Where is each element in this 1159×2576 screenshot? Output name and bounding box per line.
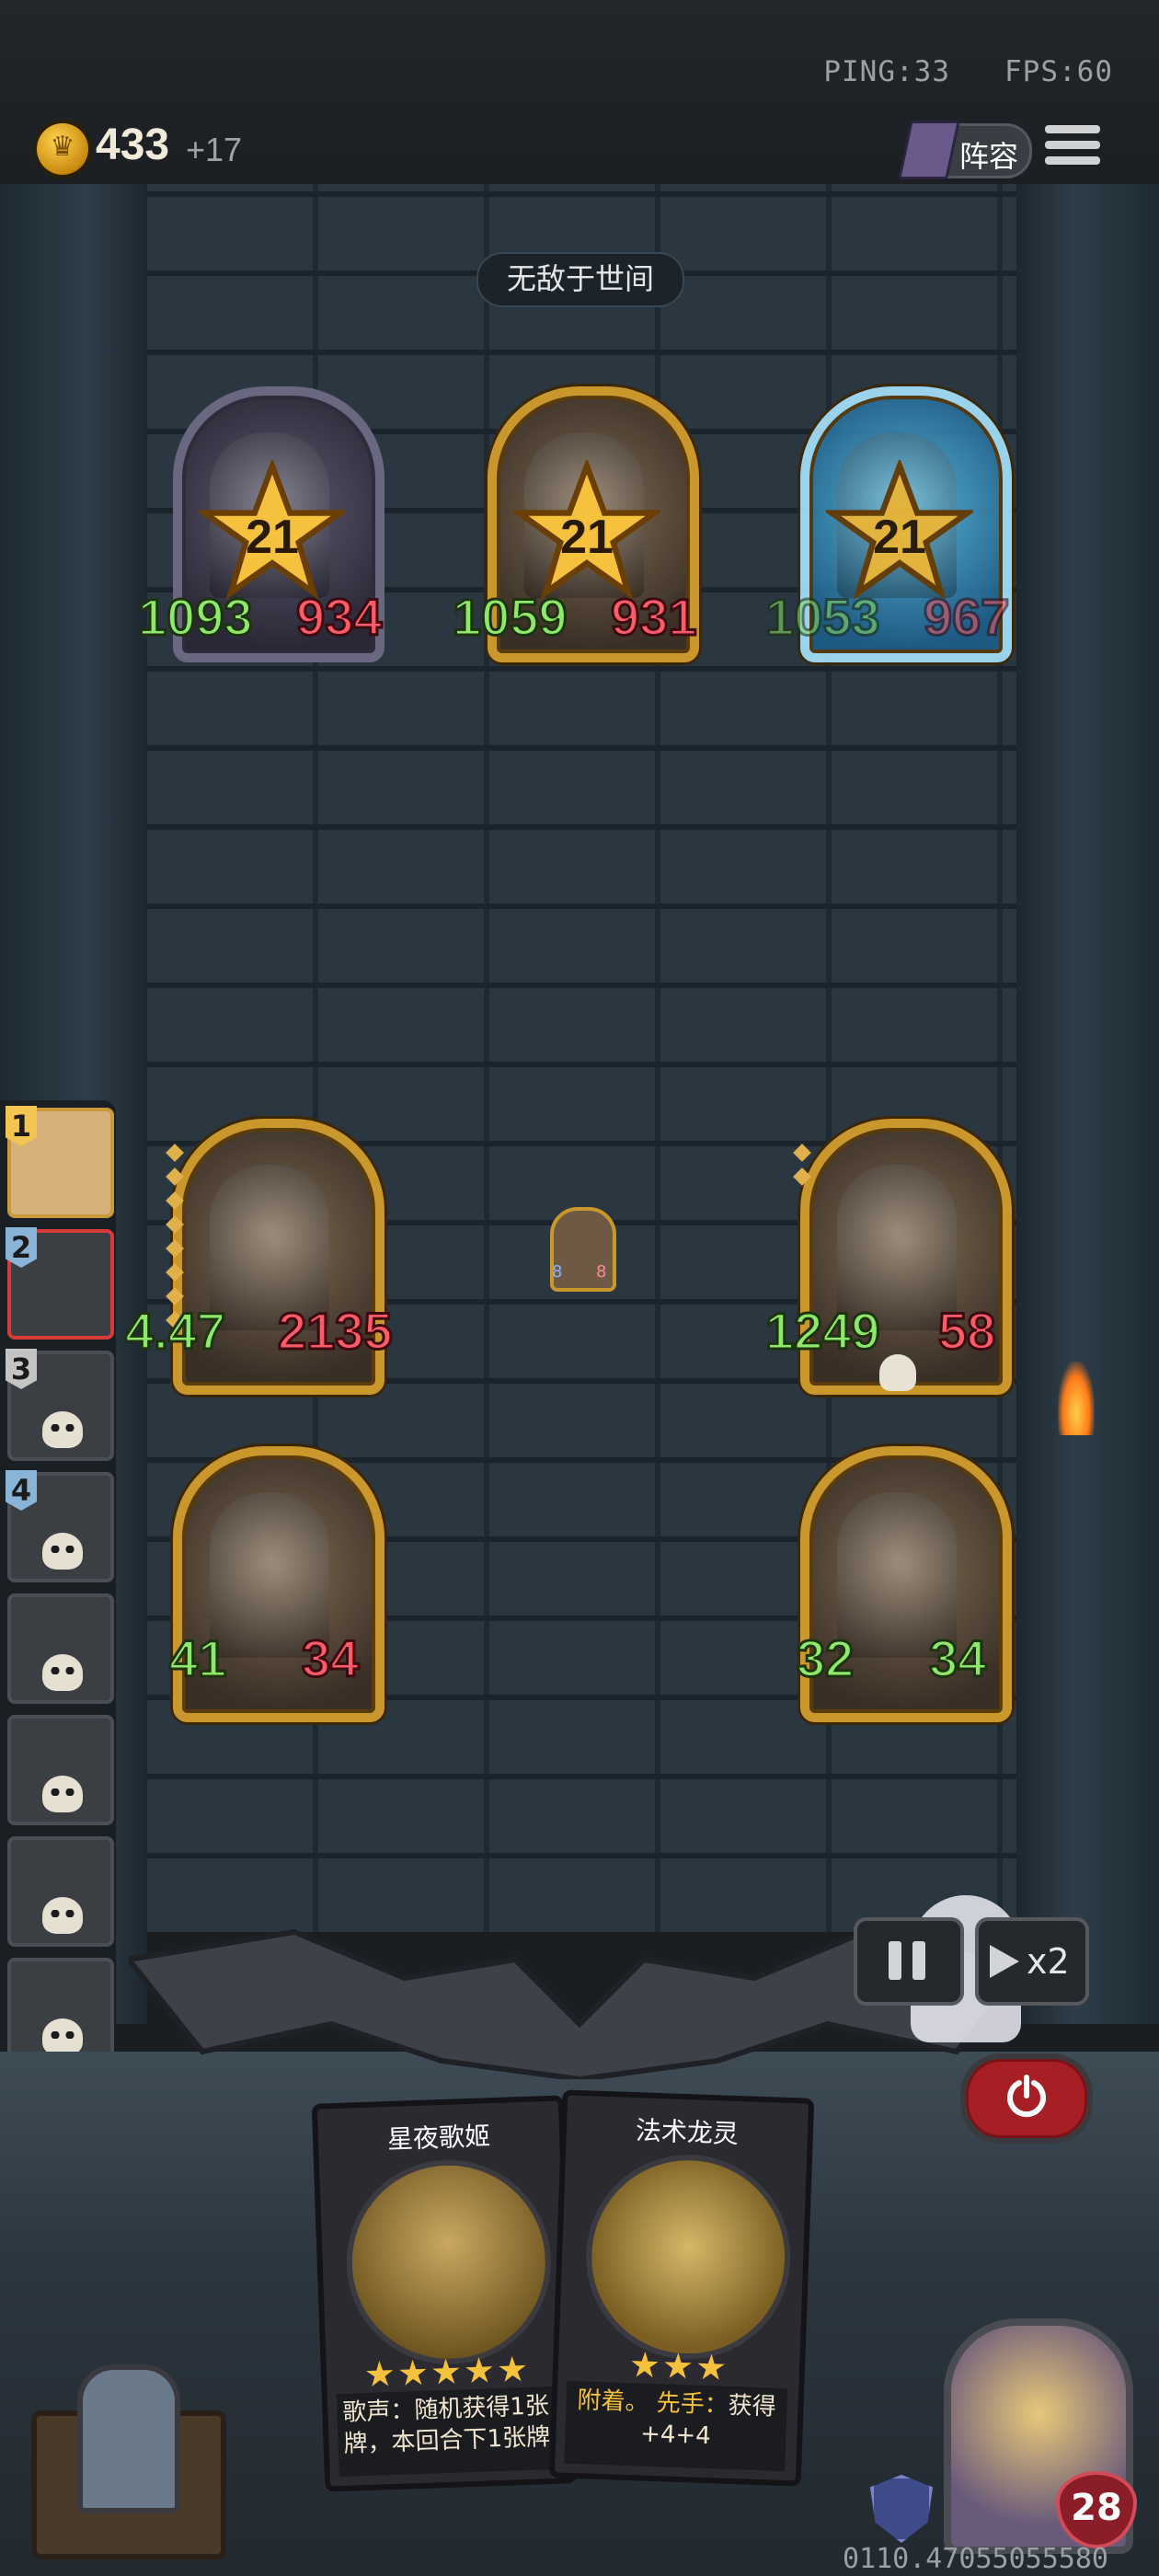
opponent-hero-portrait[interactable] <box>13 2355 234 2567</box>
unit-health: 34 <box>300 1628 360 1689</box>
unit-attack: 41 <box>167 1628 227 1689</box>
board-title: 无敌于世间 <box>476 252 684 307</box>
unit-health: 2135 <box>277 1301 395 1362</box>
skull-icon <box>879 1354 916 1391</box>
roster-slot[interactable]: 4 <box>6 1470 114 1582</box>
roster-slot[interactable]: 1 <box>6 1106 114 1218</box>
skull-icon <box>42 1654 83 1691</box>
fast-forward-icon <box>990 1945 1019 1978</box>
right-wall <box>1016 184 1159 2024</box>
player-unit-2[interactable]: 1249 58 <box>764 1119 1012 1395</box>
card-name: 星夜歌姬 <box>386 2121 491 2156</box>
ping-readout: PING:33 <box>823 55 951 88</box>
roster-slot[interactable] <box>7 1715 114 1825</box>
unit-attack: 4.47 <box>124 1301 227 1362</box>
fps-readout: FPS:60 <box>1004 55 1113 88</box>
pause-button[interactable] <box>854 1917 964 2006</box>
mini-unit[interactable]: 8 8 <box>550 1207 616 1292</box>
network-status: PING:33 FPS:60 <box>823 55 1113 88</box>
unit-health: 931 <box>609 587 697 648</box>
card-name: 法术龙灵 <box>635 2115 740 2150</box>
skull-icon <box>42 2018 83 2055</box>
card-keyword: 先手： <box>656 2389 729 2420</box>
roster-slot[interactable] <box>7 1593 114 1704</box>
roster-slot[interactable]: 2 <box>6 1227 114 1340</box>
unit-attack: 32 <box>795 1628 855 1689</box>
player-unit-1[interactable]: 4.47 2135 <box>124 1119 394 1395</box>
skull-icon <box>42 1897 83 1934</box>
power-button[interactable] <box>960 2053 1093 2144</box>
session-seed: 0110.47055055580 <box>843 2543 1108 2575</box>
unit-level: 21 <box>246 511 299 564</box>
mini-unit-health: 8 <box>596 1262 607 1282</box>
player-unit-4[interactable]: 32 34 <box>795 1446 1012 1722</box>
gold-income: +17 <box>186 131 243 168</box>
unit-level: 21 <box>560 511 614 564</box>
mini-unit-attack: 8 <box>552 1262 563 1282</box>
roster-rank: 4 <box>6 1470 37 1511</box>
lineup-label: 阵容 <box>959 139 1019 174</box>
unit-health: 58 <box>936 1301 996 1362</box>
unit-attack: 1093 <box>137 587 255 648</box>
hand-card-2[interactable]: 法术龙灵 ★★★ 附着。 先手：获得 +4+4 <box>548 2089 815 2487</box>
power-icon <box>1007 2075 1046 2118</box>
enemy-unit-1[interactable]: 21 1093 934 <box>137 386 384 662</box>
lineup-button[interactable]: 阵容 <box>898 121 1032 179</box>
roster-rank: 2 <box>6 1227 37 1268</box>
card-description: 歌声：随机获得1张 牌，本回合下1张牌 <box>336 2386 560 2478</box>
unit-health: 934 <box>294 587 383 648</box>
crown-coin-icon: ♛ <box>37 123 88 175</box>
gold-amount: 433 <box>96 121 170 169</box>
card-art <box>582 2151 794 2363</box>
card-description: 附着。 先手：获得 +4+4 <box>564 2380 788 2472</box>
unit-attack: 1053 <box>764 587 882 648</box>
card-desc-line: 牌，本回合下1张牌 <box>343 2423 551 2458</box>
status-diamonds <box>793 1144 813 1194</box>
unit-attack: 1059 <box>452 587 569 648</box>
unit-attack: 1249 <box>764 1301 882 1362</box>
roster-slot[interactable] <box>7 1836 114 1947</box>
card-desc-line: 获得 <box>728 2391 777 2421</box>
skull-icon <box>42 1533 83 1570</box>
unit-level: 21 <box>873 511 926 564</box>
speed-label: x2 <box>1027 1941 1070 1982</box>
opponent-roster: 1 2 3 4 <box>0 1100 116 2099</box>
skull-icon <box>42 1776 83 1812</box>
roster-slot[interactable]: 3 <box>6 1349 114 1461</box>
roster-rank: 3 <box>6 1349 37 1389</box>
unit-health: 967 <box>922 587 1010 648</box>
unit-health: 34 <box>927 1628 987 1689</box>
player-unit-3[interactable]: 41 34 <box>167 1446 384 1722</box>
card-art <box>343 2156 555 2368</box>
torch-flame-icon <box>1058 1362 1095 1435</box>
speed-button[interactable]: x2 <box>975 1917 1089 2006</box>
hand-card-1[interactable]: 星夜歌姬 ★★★★★ 歌声：随机获得1张 牌，本回合下1张牌 <box>311 2095 578 2492</box>
enemy-unit-3[interactable]: 21 1053 967 <box>764 386 1012 662</box>
roster-rank: 1 <box>6 1106 37 1146</box>
skull-icon <box>42 1411 83 1448</box>
enemy-unit-2[interactable]: 21 1059 931 <box>452 386 699 662</box>
hamburger-menu-icon[interactable] <box>1045 125 1100 171</box>
card-keyword: 附着。 <box>576 2386 650 2417</box>
